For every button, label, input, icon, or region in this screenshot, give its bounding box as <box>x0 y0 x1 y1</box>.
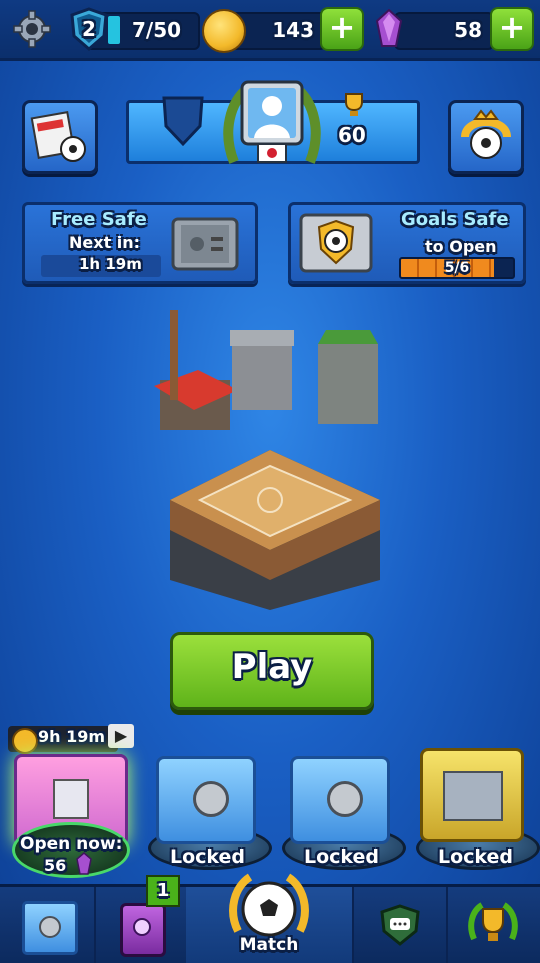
safe-icon <box>169 213 241 273</box>
chest-status: Locked <box>304 846 380 868</box>
gems-bar: 58 <box>394 12 494 50</box>
play-button[interactable]: Play <box>170 632 374 710</box>
team-shield-icon <box>160 92 206 148</box>
xp-text: 7/50 <box>132 18 182 42</box>
keypad-icon <box>53 779 89 819</box>
level-number: 2 <box>82 17 96 41</box>
trophy-icon <box>340 92 368 118</box>
chest-status: Locked <box>438 846 514 868</box>
chat-icon <box>380 904 420 946</box>
nav-tab-shop[interactable] <box>0 887 96 963</box>
goals-progress-bar: 5/6 <box>399 257 515 279</box>
free-safe-title: Free Safe <box>51 209 147 230</box>
leagues-button[interactable] <box>448 100 524 174</box>
open-now-cost: 56 <box>44 856 67 875</box>
chest-gold-icon <box>420 748 524 842</box>
chest-slot-2[interactable]: Locked <box>146 740 272 880</box>
goals-safe-icon <box>297 209 375 277</box>
play-label: Play <box>231 647 313 687</box>
dial-icon <box>443 771 503 821</box>
chest-status: Locked <box>170 846 246 868</box>
arena-image <box>140 300 400 620</box>
chest-slot-1[interactable]: 9h 19m ▶ Open now: 56 <box>4 718 134 878</box>
soccer-ball-icon <box>229 873 309 937</box>
free-safe-panel[interactable]: Free Safe Next in: 1h 19m <box>22 202 258 284</box>
news-button[interactable] <box>22 100 98 174</box>
top-bar: 7/50 2 143 + 58 + <box>0 0 540 61</box>
chest-timer: 9h 19m <box>38 727 106 746</box>
gem-icon <box>375 8 403 49</box>
goals-safe-panel[interactable]: Goals Safe to Open 5/6 <box>288 202 526 284</box>
nav-tab-cards[interactable]: 1 <box>94 875 188 963</box>
cards-badge: 1 <box>146 875 180 907</box>
dial-icon <box>327 781 363 817</box>
coin-icon <box>202 9 246 53</box>
nav-tab-match[interactable]: Match <box>186 873 354 963</box>
free-safe-next-label: Next in: <box>69 233 141 252</box>
avatar[interactable] <box>222 72 322 172</box>
goals-progress-text: 5/6 <box>444 260 470 276</box>
chest-slot-4[interactable]: Locked <box>414 740 540 880</box>
newspaper-icon <box>30 111 86 162</box>
gear-icon[interactable] <box>12 9 52 49</box>
trophy-count: 60 <box>338 123 366 147</box>
safe-icon <box>22 901 78 955</box>
nav-tab-social[interactable] <box>352 887 448 963</box>
open-now-label: Open now: <box>20 834 123 854</box>
ball-crown-icon <box>461 109 511 159</box>
chest-slot-3[interactable]: Locked <box>280 740 406 880</box>
add-coins-button[interactable]: + <box>320 7 364 51</box>
gem-icon <box>76 852 92 876</box>
chest-blue-icon <box>290 756 390 844</box>
video-ad-icon[interactable]: ▶ <box>108 724 134 748</box>
gems-value: 58 <box>454 18 482 42</box>
level-badge[interactable]: 2 <box>66 6 112 52</box>
add-gems-button[interactable]: + <box>490 7 534 51</box>
dial-icon <box>193 781 229 817</box>
nav-tab-leaderboard[interactable] <box>446 887 540 963</box>
nav-match-label: Match <box>239 935 299 955</box>
cards-icon <box>120 903 166 957</box>
chest-blue-icon <box>156 756 256 844</box>
goals-safe-title: Goals Safe <box>401 209 509 230</box>
bottom-nav: 1 Match <box>0 873 540 963</box>
trophy-icon <box>468 902 518 941</box>
free-safe-timer: 1h 19m <box>79 255 142 273</box>
goals-safe-subtitle: to Open <box>425 237 497 256</box>
clock-icon <box>12 728 38 754</box>
coins-value: 143 <box>272 18 314 42</box>
